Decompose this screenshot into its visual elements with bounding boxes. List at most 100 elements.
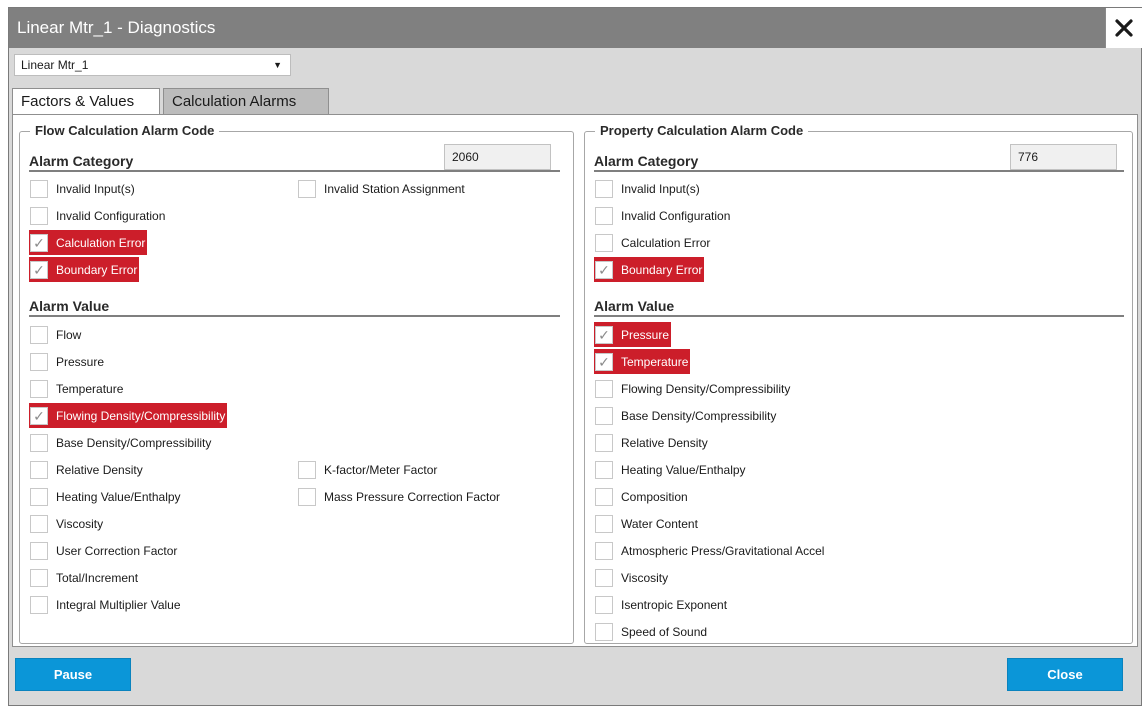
checkbox-box [595, 379, 613, 398]
checkbox-label: Calculation Error [56, 235, 146, 250]
checkbox-label: Invalid Station Assignment [324, 181, 465, 196]
checkmark-icon: ✓ [30, 260, 48, 279]
flow-value-checkbox[interactable]: Total/Increment [29, 565, 138, 590]
close-icon [1115, 19, 1133, 37]
property-alarm-group: Property Calculation Alarm Code Alarm Ca… [584, 123, 1133, 644]
checkbox-box [595, 487, 613, 506]
checkbox-box [30, 433, 48, 452]
checkbox-box [298, 487, 316, 506]
checkbox-label: Temperature [56, 381, 124, 396]
checkbox-box [30, 206, 48, 225]
flow-value-checkbox[interactable]: Flow [29, 322, 81, 347]
window-title: Linear Mtr_1 - Diagnostics [9, 8, 1105, 48]
checkbox-box [298, 179, 316, 198]
checkbox-box [30, 379, 48, 398]
checkbox-box [595, 233, 613, 252]
checkbox-box [30, 487, 48, 506]
checkbox-label: Water Content [621, 516, 698, 531]
property-value-checkbox[interactable]: Atmospheric Press/Gravitational Accel [594, 538, 824, 563]
checkbox-box [595, 179, 613, 198]
flow-cat-checkbox[interactable]: Invalid Configuration [29, 203, 165, 228]
flow-cat-checkbox[interactable]: ✓ Calculation Error [29, 230, 148, 255]
tab-calculation-alarms[interactable]: Calculation Alarms [163, 88, 329, 114]
checkbox-label: Viscosity [56, 516, 104, 531]
checkbox-label: Viscosity [621, 570, 669, 585]
checkmark-icon: ✓ [595, 260, 613, 279]
property-value-checkbox[interactable]: ✓ Pressure [594, 322, 672, 347]
flow-value-checkbox[interactable]: Base Density/Compressibility [29, 430, 211, 455]
flow-value-checkbox[interactable]: ✓ Flowing Density/Compressibility [29, 403, 228, 428]
checkbox-box [595, 433, 613, 452]
checkbox-box [595, 406, 613, 425]
checkbox-box [30, 352, 48, 371]
checkbox-label: Flow [56, 327, 82, 342]
chevron-down-icon: ▼ [273, 60, 282, 70]
flow-value-checkbox[interactable]: Viscosity [29, 511, 103, 536]
flow-value-checkbox[interactable]: Pressure [29, 349, 104, 374]
checkbox-label: Total/Increment [56, 570, 139, 585]
checkbox-box [595, 541, 613, 560]
flow-alarm-code: 2060 [444, 144, 551, 170]
checkbox-label: Atmospheric Press/Gravitational Accel [621, 543, 825, 558]
property-cat-checkbox[interactable]: Invalid Configuration [594, 203, 730, 228]
checkmark-icon: ✓ [595, 352, 613, 371]
checkbox-label: Boundary Error [621, 262, 703, 277]
property-cat-checkbox[interactable]: Invalid Input(s) [594, 176, 700, 201]
property-value-checkbox[interactable]: Composition [594, 484, 688, 509]
checkbox-label: Mass Pressure Correction Factor [324, 489, 501, 504]
property-category-divider [594, 170, 1124, 172]
checkbox-box [595, 460, 613, 479]
checkbox-box [595, 595, 613, 614]
property-value-checkbox[interactable]: Isentropic Exponent [594, 592, 727, 617]
checkbox-box [595, 206, 613, 225]
flow-category-divider [29, 170, 560, 172]
flow-cat-checkbox[interactable]: Invalid Station Assignment [297, 176, 465, 201]
checkbox-box [298, 460, 316, 479]
property-value-checkbox[interactable]: ✓ Temperature [594, 349, 691, 374]
checkmark-icon: ✓ [595, 325, 613, 344]
flow-cat-checkbox[interactable]: ✓ Boundary Error [29, 257, 140, 282]
flow-cat-checkbox[interactable]: Invalid Input(s) [29, 176, 135, 201]
meter-select-value: Linear Mtr_1 [21, 58, 89, 72]
checkbox-label: Isentropic Exponent [621, 597, 728, 612]
checkbox-label: Pressure [621, 327, 670, 342]
checkbox-label: K-factor/Meter Factor [324, 462, 438, 477]
checkbox-label: Relative Density [56, 462, 143, 477]
property-value-checkbox[interactable]: Heating Value/Enthalpy [594, 457, 746, 482]
property-value-checkbox[interactable]: Flowing Density/Compressibility [594, 376, 790, 401]
checkbox-box [30, 568, 48, 587]
checkbox-box [30, 514, 48, 533]
flow-value-checkbox[interactable]: User Correction Factor [29, 538, 177, 563]
checkbox-label: Flowing Density/Compressibility [621, 381, 791, 396]
checkbox-label: Invalid Configuration [56, 208, 166, 223]
checkbox-label: Calculation Error [621, 235, 711, 250]
checkbox-label: Flowing Density/Compressibility [56, 408, 226, 423]
flow-group-legend: Flow Calculation Alarm Code [30, 123, 220, 138]
checkbox-label: Temperature [621, 354, 689, 369]
property-value-checkbox[interactable]: Relative Density [594, 430, 708, 455]
flow-value-checkbox[interactable]: K-factor/Meter Factor [297, 457, 437, 482]
close-button[interactable]: Close [1007, 658, 1123, 691]
checkbox-label: Invalid Input(s) [56, 181, 135, 196]
tab-factors-values[interactable]: Factors & Values [12, 88, 160, 114]
property-value-checkbox[interactable]: Speed of Sound [594, 619, 707, 644]
meter-select[interactable]: Linear Mtr_1 ▼ [14, 54, 291, 76]
property-category-heading: Alarm Category [594, 153, 699, 169]
flow-value-checkbox[interactable]: Temperature [29, 376, 123, 401]
flow-value-divider [29, 315, 560, 317]
property-value-checkbox[interactable]: Viscosity [594, 565, 668, 590]
flow-value-checkbox[interactable]: Integral Multiplier Value [29, 592, 181, 617]
checkbox-label: Relative Density [621, 435, 708, 450]
property-cat-checkbox[interactable]: ✓ Boundary Error [594, 257, 705, 282]
flow-value-checkbox[interactable]: Heating Value/Enthalpy [29, 484, 181, 509]
diagnostics-window: Linear Mtr_1 - Diagnostics Linear Mtr_1 … [8, 7, 1142, 706]
property-value-checkbox[interactable]: Water Content [594, 511, 698, 536]
property-value-checkbox[interactable]: Base Density/Compressibility [594, 403, 776, 428]
flow-value-checkbox[interactable]: Relative Density [29, 457, 143, 482]
window-close-button[interactable] [1105, 8, 1142, 48]
property-value-heading: Alarm Value [594, 298, 675, 314]
flow-value-checkbox[interactable]: Mass Pressure Correction Factor [297, 484, 500, 509]
property-group-legend: Property Calculation Alarm Code [595, 123, 809, 138]
pause-button[interactable]: Pause [15, 658, 131, 691]
property-cat-checkbox[interactable]: Calculation Error [594, 230, 710, 255]
